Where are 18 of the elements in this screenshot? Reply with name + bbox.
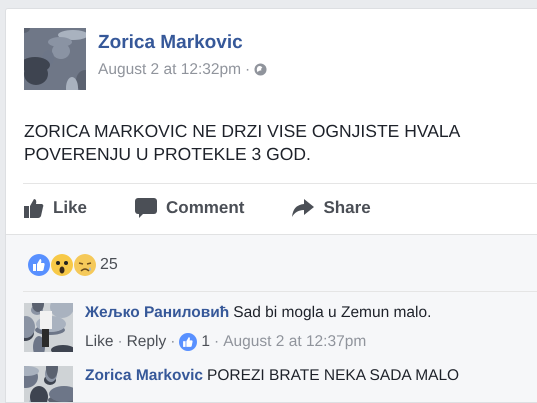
comment-text: POREZI BRATE NEKA SADA MALO: [207, 366, 460, 386]
reaction-count[interactable]: 25: [100, 252, 118, 276]
post-text: POVERENJU U PROTEKLE 3 GOD.: [24, 143, 312, 166]
comment-button[interactable]: Comment: [135, 195, 244, 220]
like-link[interactable]: Like: [85, 332, 114, 352]
author-name[interactable]: Zorica Markovic: [98, 32, 268, 54]
separator: ·: [117, 332, 123, 352]
commenter-name[interactable]: Zorica Markovic: [85, 366, 204, 386]
post-text: ZORICA MARKOVIC NE DRZI VISE OGNJISTE HVALA: [24, 120, 462, 143]
comment-text: Sad bi mogla u Zemun malo.: [233, 302, 432, 322]
separator: ·: [214, 332, 220, 352]
like-count: 1: [201, 332, 210, 352]
share-button[interactable]: Share: [292, 195, 371, 220]
commenter-name[interactable]: Жељко Раниловић: [85, 302, 230, 322]
separator: ·: [245, 60, 250, 80]
reply-link[interactable]: Reply: [126, 332, 166, 352]
like-button[interactable]: Like: [24, 195, 88, 220]
separator: ·: [170, 332, 176, 352]
